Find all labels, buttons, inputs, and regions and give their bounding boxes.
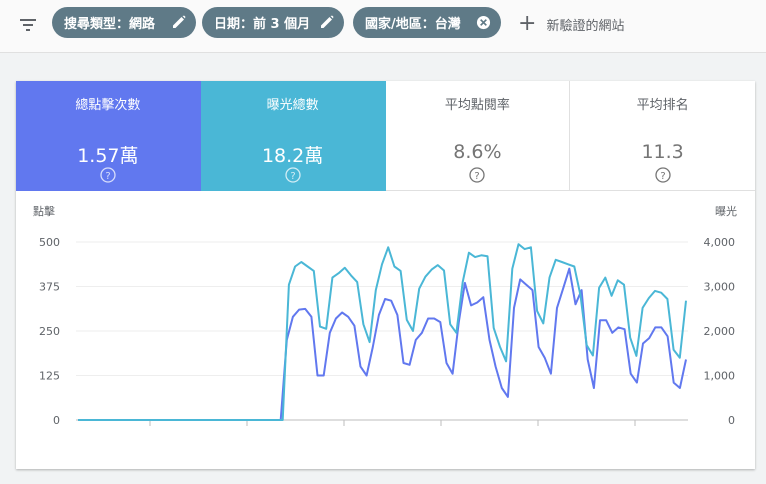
metric-average-ctr[interactable]: 平均點閱率 8.6% ? xyxy=(385,81,571,191)
help-icon[interactable]: ? xyxy=(100,167,116,183)
filter-icon[interactable] xyxy=(18,15,38,35)
chip-label: 搜尋類型：網路 xyxy=(64,17,156,32)
plus-icon: + xyxy=(518,11,537,36)
right-tick-label: 0 xyxy=(728,414,735,427)
help-icon[interactable]: ? xyxy=(284,167,301,183)
help-icon[interactable]: ? xyxy=(469,167,486,183)
chip-label: 國家/地區：台灣 xyxy=(365,17,461,32)
metric-average-position[interactable]: 平均排名 11.3 ? xyxy=(570,81,755,191)
metric-label: 平均排名 xyxy=(636,98,689,113)
filter-chip-search-type[interactable]: 搜尋類型：網路 xyxy=(52,7,196,38)
remove-icon[interactable] xyxy=(476,15,491,30)
svg-text:?: ? xyxy=(290,171,295,182)
filter-chip-date[interactable]: 日期：前 3 個月 xyxy=(202,7,344,38)
right-tick-label: 3,000 xyxy=(704,281,736,294)
edit-icon[interactable] xyxy=(320,15,334,29)
chip-label: 日期：前 3 個月 xyxy=(214,17,311,32)
left-tick-label: 125 xyxy=(39,370,60,383)
left-tick-label: 500 xyxy=(39,236,60,249)
left-axis-label: 點擊 xyxy=(33,204,55,218)
metric-value: 1.57萬 xyxy=(77,145,139,167)
right-tick-label: 2,000 xyxy=(704,325,736,338)
metric-label: 曝光總數 xyxy=(266,98,319,113)
right-tick-label: 1,000 xyxy=(704,370,736,383)
help-icon[interactable]: ? xyxy=(654,167,671,183)
performance-card: 總點擊次數 1.57萬 ? 曝光總數 18.2萬 ? 平均點閱率 8.6% ? … xyxy=(16,81,755,469)
left-tick-label: 250 xyxy=(39,325,60,338)
metric-value: 8.6% xyxy=(453,141,502,163)
svg-text:?: ? xyxy=(475,171,480,182)
metric-label: 平均點閱率 xyxy=(444,98,510,113)
metric-value: 18.2萬 xyxy=(261,145,324,167)
metric-value: 11.3 xyxy=(641,141,684,163)
metric-label: 總點擊次數 xyxy=(75,98,141,113)
right-tick-label: 4,000 xyxy=(704,236,736,249)
add-site-button[interactable]: + 新驗證的網站 xyxy=(518,13,624,35)
svg-text:?: ? xyxy=(660,171,665,182)
metric-total-clicks[interactable]: 總點擊次數 1.57萬 ? xyxy=(16,81,201,191)
left-tick-label: 0 xyxy=(53,414,60,427)
edit-icon[interactable] xyxy=(172,15,186,29)
filter-chip-country[interactable]: 國家/地區：台灣 xyxy=(353,7,501,38)
add-site-label: 新驗證的網站 xyxy=(546,18,625,34)
filter-bar: 搜尋類型：網路 日期：前 3 個月 國家/地區：台灣 + 新驗證的網站 xyxy=(0,0,766,53)
impressions-series-line xyxy=(78,243,687,421)
left-tick-label: 375 xyxy=(39,281,60,294)
right-axis-label: 曝光 xyxy=(715,204,737,218)
svg-text:?: ? xyxy=(105,171,110,182)
performance-chart: 點擊 曝光 0 0 125 1,000 250 2,000 375 3,000 500 4,000 xyxy=(33,204,737,427)
metric-total-impressions[interactable]: 曝光總數 18.2萬 ? xyxy=(200,81,386,191)
metric-tabs: 總點擊次數 1.57萬 ? 曝光總數 18.2萬 ? 平均點閱率 8.6% ? … xyxy=(16,81,755,191)
